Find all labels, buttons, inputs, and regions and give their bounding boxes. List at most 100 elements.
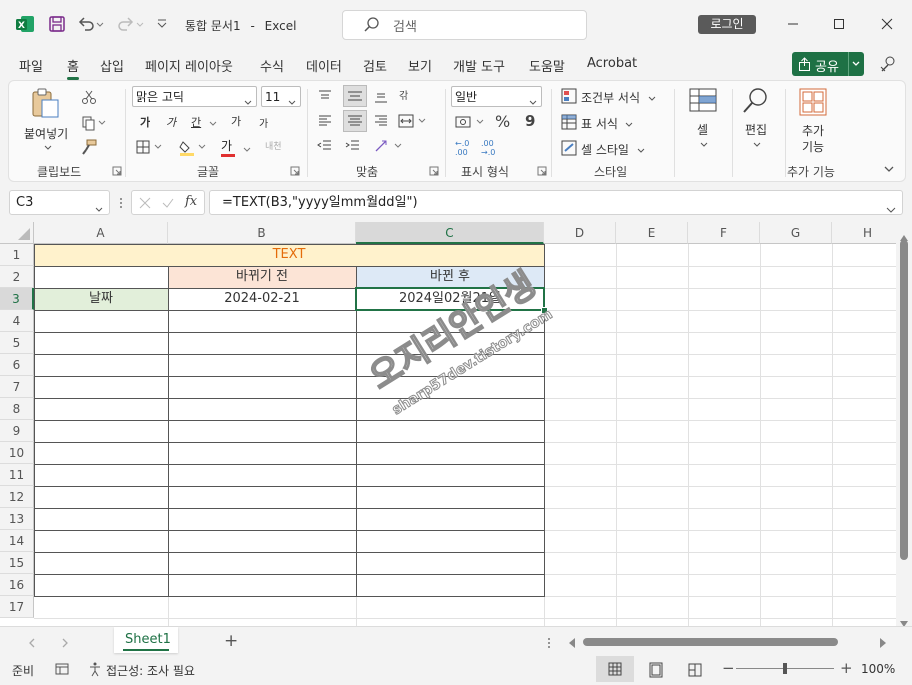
redo-icon[interactable] xyxy=(116,14,144,34)
font-color-button[interactable]: 가 xyxy=(221,137,235,157)
grow-font-button[interactable]: 가 xyxy=(231,113,241,129)
wrap-text-button[interactable]: 갂 xyxy=(399,87,408,102)
accessibility-status[interactable]: 접근성: 조사 필요 xyxy=(106,662,195,679)
copy-icon[interactable] xyxy=(81,115,107,134)
find-select-icon[interactable] xyxy=(741,87,771,118)
name-box[interactable]: C3 xyxy=(9,190,110,215)
merge-center-icon[interactable] xyxy=(397,113,429,132)
tab-formulas[interactable]: 수식 xyxy=(260,56,284,75)
row-header-9[interactable]: 9 xyxy=(0,420,34,442)
add-ins-button-line2[interactable]: 기능 xyxy=(802,138,824,155)
format-painter-icon[interactable] xyxy=(81,139,97,158)
increase-indent-icon[interactable] xyxy=(345,139,361,156)
accounting-format-icon[interactable] xyxy=(455,114,487,133)
shrink-font-button[interactable]: 가 xyxy=(259,115,268,130)
prev-sheet-icon[interactable] xyxy=(28,637,36,651)
cell-b2-before-header[interactable]: 바뀌기 전 xyxy=(168,266,356,288)
tab-split-grip-icon[interactable] xyxy=(547,637,551,652)
cells-button[interactable]: 셀 xyxy=(697,121,708,138)
column-header-h[interactable]: H xyxy=(832,222,896,244)
next-sheet-icon[interactable] xyxy=(61,637,69,651)
column-header-g[interactable]: G xyxy=(760,222,832,244)
row-header-2[interactable]: 2 xyxy=(0,266,34,288)
align-left-icon[interactable] xyxy=(317,114,333,131)
column-header-a[interactable]: A xyxy=(34,222,168,244)
italic-button[interactable]: 가 xyxy=(166,114,176,130)
chevron-down-icon[interactable] xyxy=(699,138,709,152)
number-launcher-icon[interactable] xyxy=(537,165,547,179)
column-header-c[interactable]: C xyxy=(356,222,544,244)
chevron-down-icon[interactable] xyxy=(647,92,657,106)
row-header-4[interactable]: 4 xyxy=(0,310,34,332)
minimize-icon[interactable] xyxy=(783,14,803,34)
maximize-icon[interactable] xyxy=(829,14,849,34)
row-header-12[interactable]: 12 xyxy=(0,486,34,508)
tab-page-layout[interactable]: 페이지 레이아웃 xyxy=(145,56,233,75)
bold-button[interactable]: 가 xyxy=(140,114,150,130)
page-break-view-icon[interactable] xyxy=(687,662,703,681)
orientation-icon[interactable] xyxy=(373,138,405,157)
increase-decimal-button[interactable]: ←.0 .00 xyxy=(455,139,481,157)
customize-qat-icon[interactable] xyxy=(156,14,176,34)
expand-formula-icon[interactable] xyxy=(885,199,897,222)
chevron-down-icon[interactable] xyxy=(752,138,762,152)
formula-input[interactable]: =TEXT(B3,"yyyy일mm월dd일") xyxy=(209,190,903,215)
tab-view[interactable]: 보기 xyxy=(408,56,432,75)
normal-view-button[interactable] xyxy=(596,656,634,682)
cell-a3-date-label[interactable]: 날짜 xyxy=(34,288,168,310)
cell-b3-before-value[interactable]: 2024-02-21 xyxy=(168,288,356,310)
cell-mode-icon[interactable] xyxy=(54,661,70,680)
column-header-b[interactable]: B xyxy=(168,222,356,244)
conditional-format-button[interactable]: 조건부 서식 xyxy=(581,89,640,106)
conditional-format-icon[interactable] xyxy=(561,88,577,107)
paste-button[interactable]: 붙여넣기 xyxy=(24,125,68,142)
sheet-tab-sheet1[interactable]: Sheet1 xyxy=(114,627,178,653)
accessibility-icon[interactable] xyxy=(87,661,103,680)
insert-function-button[interactable]: fx xyxy=(185,194,197,209)
row-header-1[interactable]: 1 xyxy=(0,244,34,266)
scroll-right-icon[interactable] xyxy=(879,637,887,651)
number-format-combo[interactable]: 일반 xyxy=(451,86,542,107)
worksheet-grid[interactable]: A B C D E F G H 1 2 3 4 5 6 7 8 9 10 11 … xyxy=(0,222,896,626)
tab-file[interactable]: 파일 xyxy=(19,56,43,75)
share-button[interactable]: 공유 xyxy=(792,52,864,76)
zoom-level[interactable]: 100% xyxy=(861,662,895,676)
enter-icon[interactable] xyxy=(161,196,175,213)
tab-data[interactable]: 데이터 xyxy=(306,56,342,75)
vertical-scroll-thumb[interactable] xyxy=(900,240,908,560)
close-icon[interactable] xyxy=(877,14,897,34)
cells-icon[interactable] xyxy=(688,87,718,116)
page-layout-view-icon[interactable] xyxy=(648,662,664,681)
decrease-decimal-button[interactable]: .00 →.0 xyxy=(481,139,507,157)
chevron-down-icon[interactable] xyxy=(636,144,646,158)
cut-icon[interactable] xyxy=(81,89,97,108)
tab-review[interactable]: 검토 xyxy=(363,56,387,75)
cell-styles-button[interactable]: 셀 스타일 xyxy=(581,141,629,158)
font-name-combo[interactable]: 맑은 고딕 xyxy=(132,86,257,107)
align-center-icon[interactable] xyxy=(343,110,367,132)
comments-icon[interactable] xyxy=(877,53,899,78)
login-button[interactable]: 로그인 xyxy=(698,15,756,34)
save-icon[interactable] xyxy=(47,14,67,34)
cell-styles-icon[interactable] xyxy=(561,140,577,159)
search-box[interactable]: 검색 xyxy=(342,10,587,40)
scroll-left-icon[interactable] xyxy=(568,637,576,651)
cell-c2-after-header[interactable]: 바뀐 후 xyxy=(356,266,544,288)
vertical-scrollbar[interactable] xyxy=(896,222,912,627)
select-all-corner[interactable] xyxy=(0,222,34,244)
row-header-8[interactable]: 8 xyxy=(0,398,34,420)
paste-icon[interactable] xyxy=(27,87,61,122)
row-header-13[interactable]: 13 xyxy=(0,508,34,530)
row-header-3[interactable]: 3 xyxy=(0,288,34,310)
tab-acrobat[interactable]: Acrobat xyxy=(587,56,637,71)
collapse-ribbon-icon[interactable] xyxy=(883,163,895,177)
align-middle-icon[interactable] xyxy=(343,85,367,107)
fill-color-icon[interactable] xyxy=(179,139,209,160)
tab-help[interactable]: 도움말 xyxy=(529,56,565,75)
row-header-17[interactable]: 17 xyxy=(0,596,34,618)
underline-button[interactable]: 간 xyxy=(191,114,201,130)
format-as-table-icon[interactable] xyxy=(561,114,577,133)
row-header-11[interactable]: 11 xyxy=(0,464,34,486)
row-header-16[interactable]: 16 xyxy=(0,574,34,596)
font-color-dropdown-icon[interactable] xyxy=(242,143,252,157)
